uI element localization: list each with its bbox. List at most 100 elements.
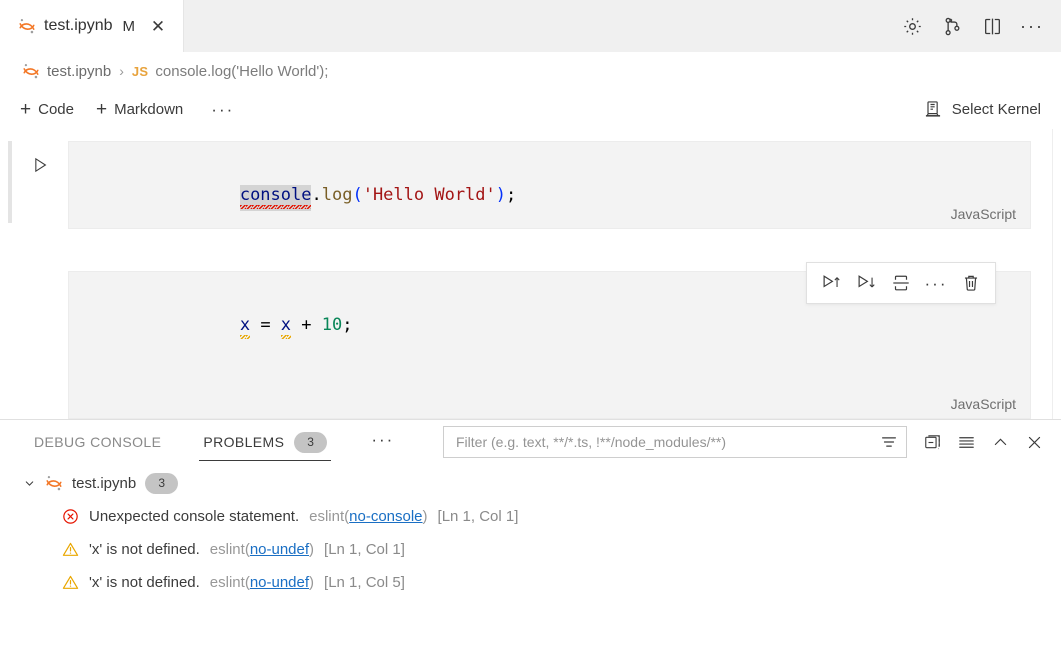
panel-tab-problems[interactable]: PROBLEMS 3 xyxy=(199,432,331,461)
problem-source: eslint(no-console) xyxy=(309,508,427,525)
code-token: ( xyxy=(352,185,362,205)
problem-location: [Ln 1, Col 1] xyxy=(438,508,519,525)
breadcrumb-lang-badge: JS xyxy=(132,64,149,79)
panel-tab-debug-console[interactable]: DEBUG CONSOLE xyxy=(30,434,165,458)
problem-message: 'x' is not defined. xyxy=(89,541,200,558)
problem-location: [Ln 1, Col 1] xyxy=(324,541,405,558)
breadcrumb-separator: › xyxy=(119,63,124,79)
problems-count-badge: 3 xyxy=(294,432,327,453)
panel-tab-label: PROBLEMS xyxy=(203,434,284,450)
add-markdown-cell-label: Markdown xyxy=(114,101,183,118)
run-above-icon[interactable] xyxy=(815,268,847,298)
close-panel-icon[interactable] xyxy=(1021,429,1047,455)
problem-item[interactable]: 'x' is not defined. eslint(no-undef) [Ln… xyxy=(0,566,1061,599)
panel-tab-label: DEBUG CONSOLE xyxy=(34,434,161,450)
code-line[interactable]: console.log('Hello World'); xyxy=(69,156,1030,234)
jupyter-icon xyxy=(45,474,63,492)
run-cell-button[interactable] xyxy=(28,283,52,307)
code-token: x xyxy=(281,315,291,339)
view-as-list-icon[interactable] xyxy=(953,429,979,455)
file-problem-count-badge: 3 xyxy=(145,473,178,494)
maximize-panel-icon[interactable] xyxy=(987,429,1013,455)
warning-icon xyxy=(62,541,79,558)
delete-cell-icon[interactable] xyxy=(955,268,987,298)
editor-tab-test-ipynb[interactable]: test.ipynb M ✕ xyxy=(0,0,184,52)
problem-message: 'x' is not defined. xyxy=(89,574,200,591)
cell-gutter xyxy=(12,271,68,419)
more-actions-icon[interactable]: ··· xyxy=(1019,13,1045,39)
editor-tab-label: test.ipynb xyxy=(44,17,112,35)
problem-item[interactable]: 'x' is not defined. eslint(no-undef) [Ln… xyxy=(0,533,1061,566)
close-tab-icon[interactable]: ✕ xyxy=(147,15,169,37)
breadcrumb-symbol[interactable]: console.log('Hello World'); xyxy=(155,63,328,80)
filter-icon[interactable] xyxy=(876,431,902,453)
code-token: = xyxy=(250,315,281,335)
add-code-cell-label: Code xyxy=(38,101,74,118)
problems-list: test.ipynb 3 Unexpected console statemen… xyxy=(0,464,1061,660)
breadcrumb-file[interactable]: test.ipynb xyxy=(47,63,111,80)
filter-input[interactable] xyxy=(454,433,876,451)
problems-filter[interactable] xyxy=(443,426,907,458)
problem-source: eslint(no-undef) xyxy=(210,541,314,558)
vscode-window: test.ipynb M ✕ xyxy=(0,0,1061,660)
plus-icon: + xyxy=(96,100,107,119)
select-kernel-button[interactable]: Select Kernel xyxy=(919,97,1045,121)
breadcrumb: test.ipynb › JS console.log('Hello World… xyxy=(0,52,1061,90)
dirty-indicator: M xyxy=(122,18,135,35)
collapse-all-icon[interactable] xyxy=(919,429,945,455)
split-cell-icon[interactable] xyxy=(885,268,917,298)
problems-file-name: test.ipynb xyxy=(72,475,136,492)
chevron-down-icon[interactable] xyxy=(22,476,36,490)
panel-more-actions-icon[interactable]: ··· xyxy=(365,431,400,448)
cell-language-label[interactable]: JavaScript xyxy=(951,206,1016,222)
code-token: 'Hello World' xyxy=(363,185,496,205)
problem-source: eslint(no-undef) xyxy=(210,574,314,591)
tab-bar-empty-space xyxy=(184,0,899,52)
problem-rule-link[interactable]: no-undef xyxy=(250,541,309,558)
code-token: x xyxy=(240,315,250,339)
source-control-icon[interactable] xyxy=(939,13,965,39)
code-token: . xyxy=(311,185,321,205)
jupyter-icon xyxy=(18,17,36,35)
editor-tab-bar: test.ipynb M ✕ xyxy=(0,0,1061,52)
kernel-icon xyxy=(923,99,943,119)
notebook-more-actions-icon[interactable]: ··· xyxy=(203,101,242,118)
editor-actions: ··· xyxy=(899,0,1061,52)
cell-toolbar: ··· xyxy=(806,262,996,304)
editor-right-edge xyxy=(1052,129,1061,419)
problem-rule-link[interactable]: no-undef xyxy=(250,574,309,591)
split-editor-icon[interactable] xyxy=(979,13,1005,39)
notebook-toolbar: + Code + Markdown ··· Select Kernel xyxy=(0,90,1061,129)
notebook-editor: ··· xyxy=(0,129,1061,419)
more-actions-icon[interactable]: ··· xyxy=(920,268,952,298)
plus-icon: + xyxy=(20,100,31,119)
settings-gear-icon[interactable] xyxy=(899,13,925,39)
notebook-cell-0[interactable]: console.log('Hello World'); JavaScript xyxy=(0,141,1061,229)
cell-gutter xyxy=(12,141,68,229)
error-icon xyxy=(62,508,79,525)
bottom-panel: DEBUG CONSOLE PROBLEMS 3 ··· xyxy=(0,419,1061,660)
select-kernel-label: Select Kernel xyxy=(952,101,1041,118)
cell-editor[interactable]: console.log('Hello World'); JavaScript xyxy=(68,141,1031,229)
code-token: ; xyxy=(342,315,352,335)
jupyter-icon xyxy=(22,62,40,80)
problem-location: [Ln 1, Col 5] xyxy=(324,574,405,591)
panel-actions xyxy=(919,429,1047,455)
code-token: log xyxy=(322,185,353,205)
code-token: ; xyxy=(506,185,516,205)
run-below-icon[interactable] xyxy=(850,268,882,298)
cell-content: console.log('Hello World'); JavaScript xyxy=(68,141,1031,229)
problem-message: Unexpected console statement. xyxy=(89,508,299,525)
warning-icon xyxy=(62,574,79,591)
cell-language-label[interactable]: JavaScript xyxy=(951,396,1016,412)
problem-rule-link[interactable]: no-console xyxy=(349,508,422,525)
code-token: ) xyxy=(496,185,506,205)
add-code-cell-button[interactable]: + Code xyxy=(18,98,84,121)
run-cell-button[interactable] xyxy=(28,153,52,177)
problems-file-group[interactable]: test.ipynb 3 xyxy=(0,466,1061,500)
problem-item[interactable]: Unexpected console statement. eslint(no-… xyxy=(0,500,1061,533)
panel-header: DEBUG CONSOLE PROBLEMS 3 ··· xyxy=(0,420,1061,464)
code-token: 10 xyxy=(322,315,342,335)
code-token: console xyxy=(240,185,312,211)
add-markdown-cell-button[interactable]: + Markdown xyxy=(94,98,193,121)
